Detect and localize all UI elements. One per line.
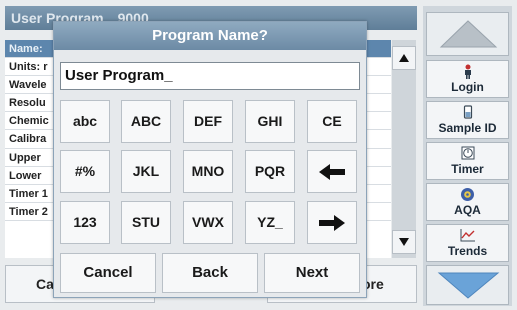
sample-id-label: Sample ID (438, 121, 497, 135)
bottom-left-label: Ca (36, 276, 54, 292)
backspace-key[interactable] (307, 150, 357, 193)
sidebar: Login Sample ID Timer AQA Trends (423, 6, 512, 306)
sidebar-up-button[interactable] (426, 12, 509, 56)
key-VWX[interactable]: VWX (183, 201, 233, 244)
scroll-up-button[interactable] (392, 46, 416, 70)
down-arrow-icon (437, 272, 500, 299)
caret-up-icon (399, 54, 409, 62)
key-DEF[interactable]: DEF (183, 100, 233, 143)
aqa-icon (427, 187, 508, 203)
login-label: Login (451, 80, 484, 94)
key-ABC[interactable]: ABC (121, 100, 171, 143)
screen: User Program 9000 Name: Units: r Wavele R… (0, 0, 517, 310)
up-arrow-icon (439, 20, 498, 48)
chart-icon (427, 228, 508, 244)
key-GHI[interactable]: GHI (245, 100, 295, 143)
program-name-input[interactable]: User Program_ (60, 62, 360, 90)
login-button[interactable]: Login (426, 60, 509, 98)
arrow-left-icon (319, 164, 345, 181)
clock-icon (427, 146, 508, 162)
dialog-title: Program Name? (54, 22, 366, 50)
key-PQR[interactable]: PQR (245, 150, 295, 193)
arrow-right-icon (319, 215, 345, 232)
sample-tube-icon (427, 105, 508, 121)
aqa-button[interactable]: AQA (426, 183, 509, 221)
cancel-button[interactable]: Cancel (60, 253, 156, 293)
list-scrollbar[interactable] (392, 40, 416, 258)
trends-button[interactable]: Trends (426, 224, 509, 262)
program-name-dialog: Program Name? User Program_ abc ABC DEF … (53, 21, 367, 298)
key-abc[interactable]: abc (60, 100, 110, 143)
scroll-down-button[interactable] (392, 230, 416, 254)
sidebar-down-button[interactable] (426, 265, 509, 305)
key-YZ[interactable]: YZ_ (245, 201, 295, 244)
key-symbols[interactable]: #% (60, 150, 110, 193)
sample-id-button[interactable]: Sample ID (426, 101, 509, 139)
person-icon (427, 64, 508, 80)
key-STU[interactable]: STU (121, 201, 171, 244)
caret-down-icon (399, 238, 409, 246)
timer-button[interactable]: Timer (426, 142, 509, 180)
key-123[interactable]: 123 (60, 201, 110, 244)
next-button[interactable]: Next (264, 253, 360, 293)
timer-label: Timer (451, 162, 484, 176)
key-CE[interactable]: CE (307, 100, 357, 143)
back-button[interactable]: Back (162, 253, 258, 293)
key-MNO[interactable]: MNO (183, 150, 233, 193)
trends-label: Trends (447, 244, 488, 258)
key-JKL[interactable]: JKL (121, 150, 171, 193)
cursor-right-key[interactable] (307, 201, 357, 244)
aqa-label: AQA (454, 203, 481, 217)
